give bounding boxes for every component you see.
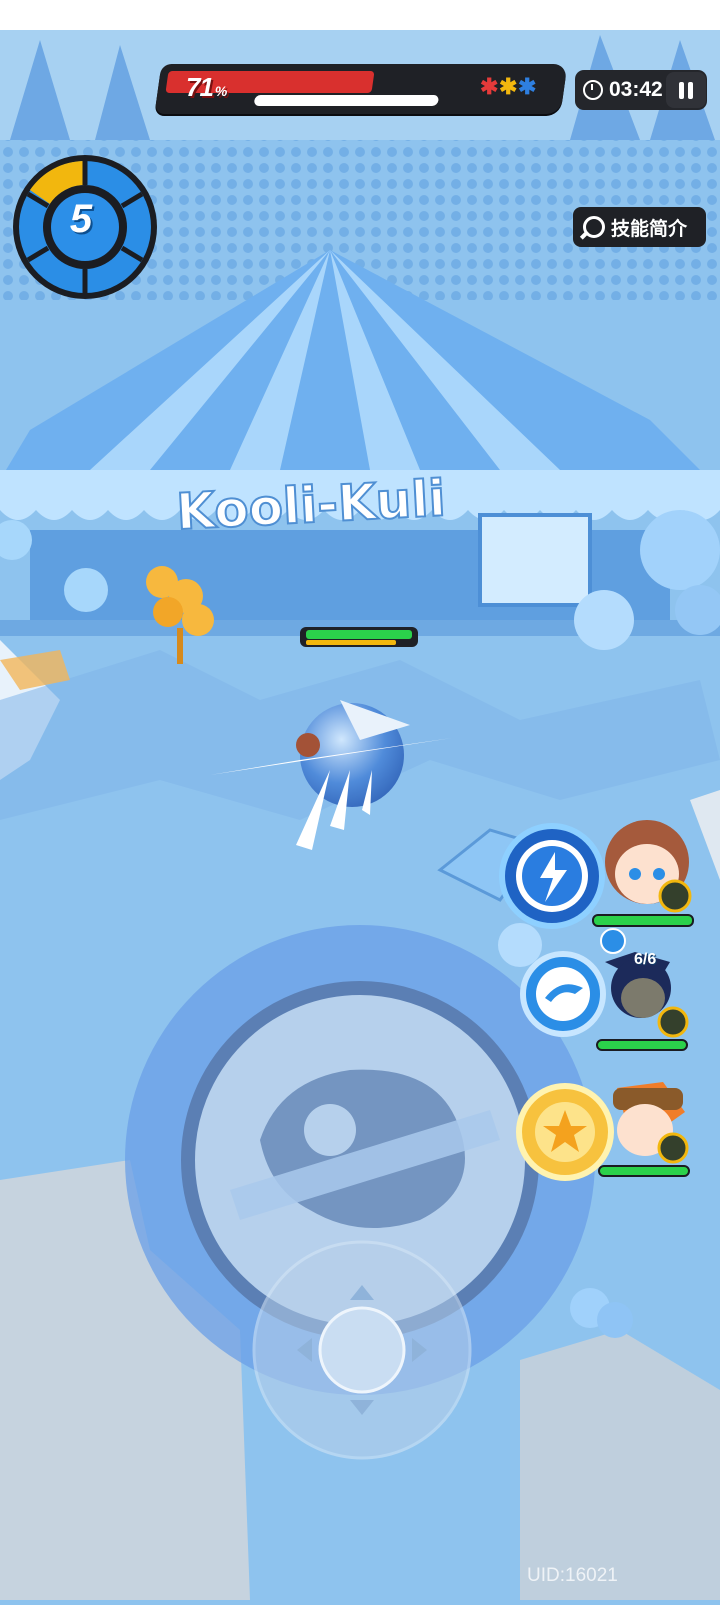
- movement-joystick[interactable]: [254, 1242, 470, 1458]
- element-gems: ✱ ✱ ✱: [480, 76, 536, 98]
- thunder-gem-icon: ✱: [499, 74, 518, 99]
- health-percent: 71%: [186, 72, 227, 102]
- timer-text: 03:42: [609, 78, 663, 101]
- pause-button[interactable]: [666, 72, 706, 108]
- party-member-1[interactable]: [499, 820, 694, 929]
- clock-icon: [583, 80, 603, 100]
- magnifier-icon: [583, 216, 605, 238]
- kooli-kuli-sign: Kooli-Kuli: [174, 468, 448, 540]
- party-member-3[interactable]: [516, 1082, 690, 1181]
- level-number: 5: [69, 197, 93, 241]
- sign-text: Kooli-Kuli: [175, 469, 447, 540]
- skill-charges: 6/6: [634, 951, 657, 968]
- uid-text: UID:16021: [527, 1565, 618, 1586]
- water-gem-icon: ✱: [518, 74, 537, 99]
- skill-intro-label: 技能简介: [611, 218, 688, 240]
- party-member-2[interactable]: [520, 951, 689, 1051]
- skill-intro-button[interactable]: 技能简介: [573, 207, 706, 247]
- fire-gem-icon: ✱: [480, 74, 499, 99]
- shield-fill: [253, 95, 440, 106]
- status-bar-strip: [0, 0, 720, 30]
